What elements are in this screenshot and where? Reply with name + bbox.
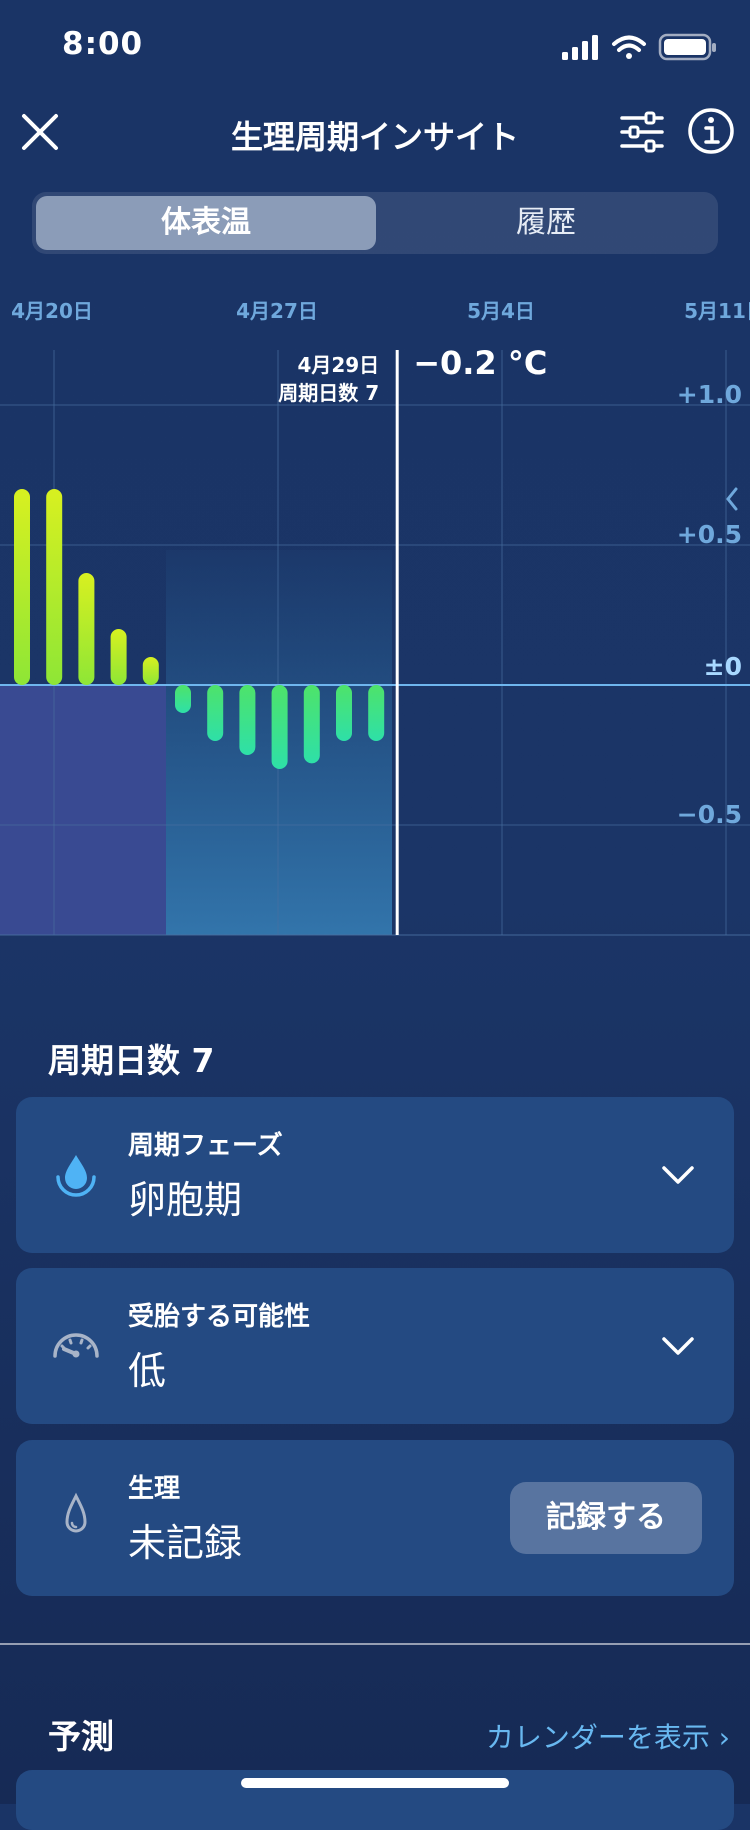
- y-tick-label: ±0: [704, 652, 742, 681]
- fertility-label: 受胎する可能性: [128, 1302, 311, 1332]
- bar[interactable]: [207, 685, 224, 741]
- bar[interactable]: [46, 489, 63, 685]
- period-label: 生理: [128, 1474, 181, 1504]
- segmented-control: 体表温 履歴: [32, 192, 718, 254]
- x-tick-label: 4月20日: [11, 299, 93, 323]
- x-tick-label: 5月11日: [684, 299, 750, 323]
- status-icons: [562, 33, 716, 61]
- bar[interactable]: [142, 657, 159, 685]
- temperature-chart[interactable]: 4月20日 4月27日 5月4日 5月11日 +1.0 +0.5 ±0 −0.5 4月29日周期…: [0, 290, 750, 950]
- selected-cycle-label: 周期日数 7: [278, 381, 379, 405]
- selected-date-label: 4月29日: [297, 353, 379, 377]
- x-tick-label: 5月4日: [467, 299, 535, 323]
- home-indicator: [241, 1778, 509, 1788]
- period-card: 生理 未記録 記録する: [16, 1440, 734, 1596]
- chevron-right-icon: ›: [718, 1721, 730, 1754]
- fertility-value: 低: [128, 1349, 167, 1393]
- bar[interactable]: [14, 489, 30, 685]
- bar[interactable]: [239, 685, 256, 755]
- bar[interactable]: [303, 685, 320, 764]
- drop-filled-icon: [56, 1155, 96, 1197]
- cycle-phase-label: 周期フェーズ: [128, 1131, 283, 1161]
- bar[interactable]: [110, 629, 127, 685]
- fertility-card[interactable]: 受胎する可能性 低: [16, 1268, 734, 1424]
- phase-band-luteal: [0, 685, 166, 935]
- show-calendar-label: カレンダーを表示: [485, 1721, 710, 1754]
- cycle-day-title: 周期日数 7: [48, 1041, 215, 1080]
- y-tick-label: −0.5: [677, 800, 742, 829]
- tab-history[interactable]: 履歴: [376, 196, 716, 250]
- tab-basal-temperature[interactable]: 体表温: [36, 196, 376, 250]
- chevron-down-icon[interactable]: [658, 1326, 698, 1366]
- chevron-left-icon[interactable]: [726, 487, 738, 511]
- status-bar: 8:00: [0, 0, 750, 90]
- record-button[interactable]: 記録する: [510, 1482, 702, 1554]
- period-value: 未記録: [128, 1521, 243, 1565]
- show-calendar-link[interactable]: カレンダーを表示 ›: [486, 1716, 730, 1756]
- info-icon[interactable]: [686, 106, 736, 156]
- drop-outline-icon: [65, 1492, 87, 1533]
- nav-bar: 生理周期インサイト: [0, 90, 750, 190]
- cycle-phase-value: 卵胞期: [128, 1178, 243, 1222]
- gauge-icon: [53, 1333, 99, 1358]
- bar[interactable]: [78, 573, 95, 685]
- bar[interactable]: [368, 685, 385, 741]
- forecast-title: 予測: [48, 1717, 114, 1756]
- wifi-icon: [612, 35, 646, 59]
- chevron-down-icon[interactable]: [658, 1155, 698, 1195]
- y-tick-label: +1.0: [677, 380, 742, 409]
- cycle-phase-card[interactable]: 周期フェーズ 卵胞期: [16, 1097, 734, 1253]
- section-divider: [0, 1643, 750, 1645]
- selected-value-label: −0.2 °C: [413, 344, 547, 382]
- y-tick-label: +0.5: [677, 520, 742, 549]
- x-tick-label: 4月27日: [236, 299, 318, 323]
- bar[interactable]: [271, 685, 288, 769]
- status-time: 8:00: [62, 26, 144, 62]
- signal-icon: [562, 35, 598, 60]
- bar[interactable]: [336, 685, 352, 741]
- bar[interactable]: [175, 685, 191, 713]
- battery-icon: [658, 33, 716, 61]
- filter-sliders-icon[interactable]: [618, 108, 666, 156]
